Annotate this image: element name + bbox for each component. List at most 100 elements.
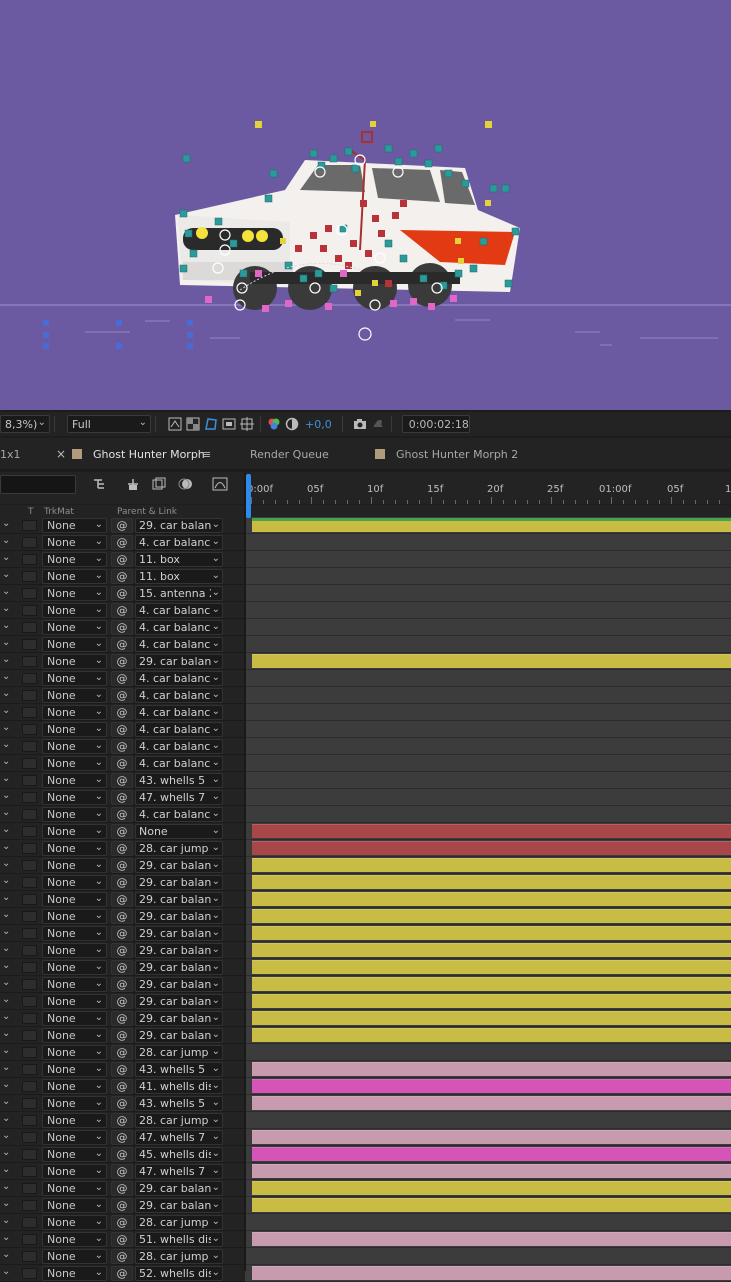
layer-track[interactable] xyxy=(245,704,731,721)
trkmat-dropdown[interactable]: None ⌄ xyxy=(42,1215,107,1230)
shy-layers-icon[interactable] xyxy=(124,476,142,492)
preserve-transparency-toggle[interactable] xyxy=(22,571,37,582)
layer-row[interactable]: ⌄ None ⌄ @4. car balance ⌄ xyxy=(0,704,731,721)
parent-pick-whip-icon[interactable]: @ xyxy=(111,773,133,788)
layer-row[interactable]: ⌄ None ⌄ @28. car jump ⌄ xyxy=(0,1248,731,1265)
layer-track[interactable] xyxy=(245,857,731,874)
layer-duration-bar[interactable] xyxy=(252,654,731,668)
parent-dropdown[interactable]: 4. car balance ⌄ xyxy=(135,620,223,635)
trkmat-dropdown[interactable]: None ⌄ xyxy=(42,739,107,754)
parent-pick-whip-icon[interactable]: @ xyxy=(111,1011,133,1026)
chevron-down-icon[interactable]: ⌄ xyxy=(2,654,10,665)
layer-row[interactable]: ⌄ None ⌄ @43. whells 5 ⌄ xyxy=(0,772,731,789)
parent-dropdown[interactable]: 43. whells 5 ⌄ xyxy=(135,773,223,788)
chevron-down-icon[interactable]: ⌄ xyxy=(2,875,10,886)
parent-dropdown[interactable]: 28. car jump ⌄ xyxy=(135,841,223,856)
layer-row[interactable]: ⌄ None ⌄ @4. car balance ⌄ xyxy=(0,755,731,772)
trkmat-dropdown[interactable]: None ⌄ xyxy=(42,841,107,856)
layer-row[interactable]: ⌄ None ⌄ @43. whells 5 ⌄ xyxy=(0,1061,731,1078)
preserve-transparency-toggle[interactable] xyxy=(22,724,37,735)
chevron-down-icon[interactable]: ⌄ xyxy=(2,858,10,869)
preserve-transparency-toggle[interactable] xyxy=(22,1064,37,1075)
parent-dropdown[interactable]: 11. box ⌄ xyxy=(135,552,223,567)
trkmat-dropdown[interactable]: None ⌄ xyxy=(42,994,107,1009)
layer-track[interactable] xyxy=(245,687,731,704)
trkmat-dropdown[interactable]: None ⌄ xyxy=(42,824,107,839)
chevron-down-icon[interactable]: ⌄ xyxy=(2,1045,10,1056)
parent-pick-whip-icon[interactable]: @ xyxy=(111,1266,133,1281)
trkmat-dropdown[interactable]: None ⌄ xyxy=(42,1198,107,1213)
trkmat-dropdown[interactable]: None ⌄ xyxy=(42,858,107,873)
layer-track[interactable] xyxy=(245,585,731,602)
layer-duration-bar[interactable] xyxy=(252,960,731,974)
layer-row[interactable]: ⌄ None ⌄ @28. car jump ⌄ xyxy=(0,1214,731,1231)
preserve-transparency-toggle[interactable] xyxy=(22,911,37,922)
chevron-down-icon[interactable]: ⌄ xyxy=(2,569,10,580)
layer-track[interactable] xyxy=(245,551,731,568)
parent-pick-whip-icon[interactable]: @ xyxy=(111,943,133,958)
chevron-down-icon[interactable]: ⌄ xyxy=(2,909,10,920)
layer-duration-bar[interactable] xyxy=(252,1011,731,1025)
layer-duration-bar[interactable] xyxy=(252,1062,731,1076)
parent-dropdown[interactable]: 4. car balance ⌄ xyxy=(135,535,223,550)
chevron-down-icon[interactable]: ⌄ xyxy=(2,926,10,937)
parent-dropdown[interactable]: 47. whells 7 ⌄ xyxy=(135,1130,223,1145)
trkmat-dropdown[interactable]: None ⌄ xyxy=(42,1079,107,1094)
parent-pick-whip-icon[interactable]: @ xyxy=(111,637,133,652)
preserve-transparency-toggle[interactable] xyxy=(22,588,37,599)
trkmat-dropdown[interactable]: None ⌄ xyxy=(42,1249,107,1264)
preserve-transparency-toggle[interactable] xyxy=(22,1166,37,1177)
preserve-transparency-toggle[interactable] xyxy=(22,1183,37,1194)
trkmat-dropdown[interactable]: None ⌄ xyxy=(42,569,107,584)
preserve-transparency-toggle[interactable] xyxy=(22,1149,37,1160)
chevron-down-icon[interactable]: ⌄ xyxy=(2,1232,10,1243)
parent-dropdown[interactable]: 29. car balance⌄ xyxy=(135,909,223,924)
chevron-down-icon[interactable]: ⌄ xyxy=(2,892,10,903)
chevron-down-icon[interactable]: ⌄ xyxy=(2,1249,10,1260)
column-header-trkmat[interactable]: TrkMat xyxy=(44,507,74,517)
layer-track[interactable] xyxy=(245,823,731,840)
parent-dropdown[interactable]: 29. car balance⌄ xyxy=(135,1198,223,1213)
layer-row[interactable]: ⌄ None ⌄ @4. car balance ⌄ xyxy=(0,534,731,551)
layer-track[interactable] xyxy=(245,1129,731,1146)
preserve-transparency-toggle[interactable] xyxy=(22,1115,37,1126)
layer-row[interactable]: ⌄None⌄@29. car balance⌄ xyxy=(0,1180,731,1197)
layer-row[interactable]: ⌄ None ⌄ @28. car jump ⌄ xyxy=(0,1044,731,1061)
layer-row[interactable]: ⌄None⌄@29. car balance⌄ xyxy=(0,1197,731,1214)
preserve-transparency-toggle[interactable] xyxy=(22,1047,37,1058)
preserve-transparency-toggle[interactable] xyxy=(22,605,37,616)
layer-row[interactable]: ⌄ None ⌄ @4. car balance ⌄ xyxy=(0,670,731,687)
parent-dropdown[interactable]: 29. car balance⌄ xyxy=(135,960,223,975)
layer-row[interactable]: ⌄None⌄@29. car balance⌄ xyxy=(0,993,731,1010)
trkmat-dropdown[interactable]: None ⌄ xyxy=(42,790,107,805)
parent-pick-whip-icon[interactable]: @ xyxy=(111,1096,133,1111)
exposure-value[interactable]: +0,0 xyxy=(305,418,332,431)
trkmat-dropdown[interactable]: None ⌄ xyxy=(42,671,107,686)
parent-pick-whip-icon[interactable]: @ xyxy=(111,1045,133,1060)
parent-dropdown[interactable]: 28. car jump ⌄ xyxy=(135,1113,223,1128)
trkmat-dropdown[interactable]: None ⌄ xyxy=(42,722,107,737)
chevron-down-icon[interactable]: ⌄ xyxy=(2,586,10,597)
trkmat-dropdown[interactable]: None ⌄ xyxy=(42,586,107,601)
preserve-transparency-toggle[interactable] xyxy=(22,1132,37,1143)
layer-row[interactable]: ⌄ None ⌄ @47. whells 7 ⌄ xyxy=(0,1163,731,1180)
layer-track[interactable] xyxy=(245,1061,731,1078)
trkmat-dropdown[interactable]: None ⌄ xyxy=(42,909,107,924)
preserve-transparency-toggle[interactable] xyxy=(22,1217,37,1228)
layer-track[interactable] xyxy=(245,1010,731,1027)
parent-dropdown[interactable]: None ⌄ xyxy=(135,824,223,839)
trkmat-dropdown[interactable]: None ⌄ xyxy=(42,620,107,635)
region-of-interest-icon[interactable] xyxy=(220,415,238,433)
preserve-transparency-toggle[interactable] xyxy=(22,1268,37,1279)
parent-pick-whip-icon[interactable]: @ xyxy=(111,977,133,992)
chevron-down-icon[interactable]: ⌄ xyxy=(2,1096,10,1107)
channel-rgb-icon[interactable] xyxy=(265,415,283,433)
chevron-down-icon[interactable]: ⌄ xyxy=(2,1215,10,1226)
layer-row[interactable]: ⌄None⌄@29. car balance⌄ xyxy=(0,1010,731,1027)
chevron-down-icon[interactable]: ⌄ xyxy=(2,535,10,546)
preserve-transparency-toggle[interactable] xyxy=(22,809,37,820)
preserve-transparency-toggle[interactable] xyxy=(22,894,37,905)
parent-pick-whip-icon[interactable]: @ xyxy=(111,1113,133,1128)
layer-duration-bar[interactable] xyxy=(252,1096,731,1110)
chevron-down-icon[interactable]: ⌄ xyxy=(2,1147,10,1158)
